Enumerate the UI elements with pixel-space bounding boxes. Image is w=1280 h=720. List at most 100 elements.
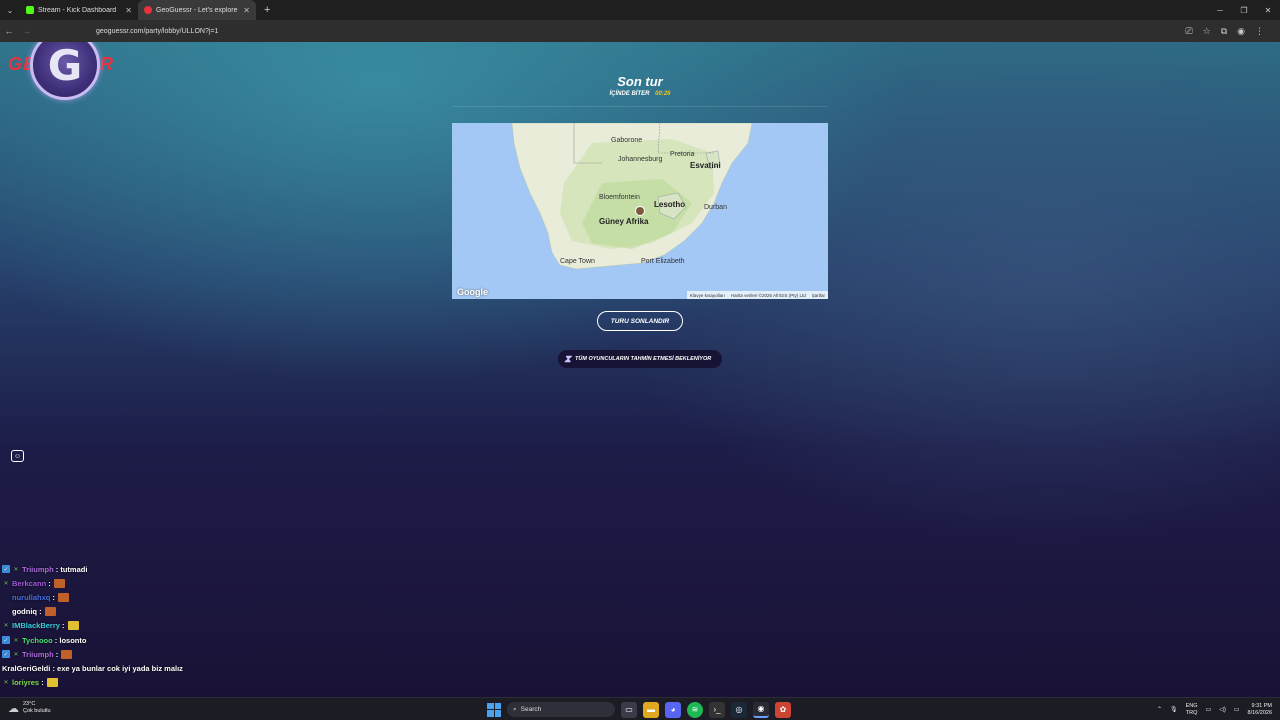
logo-text-right: R [100,54,113,74]
clock-date: 8/16/2026 [1247,709,1272,716]
chat-username: nurullahxq [12,592,51,602]
search-label: Search [520,706,542,713]
guess-map[interactable]: Gaborone Johannesburg Pretoria Esvatini … [452,123,828,299]
geoguessr-favicon-icon [144,6,152,14]
search-icon: ⌕ [513,705,517,713]
chat-separator: : [53,649,59,659]
restore-icon[interactable]: ❐ [1232,0,1256,20]
map-shortcuts-link[interactable]: Klavye kısayolları [690,293,725,298]
round-title: Son tur [617,74,663,89]
channel-badge-icon: ✕ [13,651,19,658]
chat-username: Triiumph [22,564,54,574]
map-label-pretoria: Pretoria [670,151,695,158]
cloud-icon: ☁ [8,702,19,715]
stream-chat-overlay: ✓ ✕ Triiumph : tutmadi ✕ Berkcann : · nu… [2,562,262,690]
waiting-status-banner: ⧗ TÜM OYUNCULARIN TAHMİN ETMESİ BEKLENİY… [558,350,722,368]
chat-text: losonto [59,635,87,645]
chat-username: Berkcann [12,578,47,588]
chat-separator: : [37,607,42,617]
tab-label: Stream - Kick Dashboard [38,6,117,14]
microphone-icon[interactable]: 🎙 [1170,706,1178,713]
minimize-icon[interactable]: ─ [1208,0,1232,20]
back-arrow-icon[interactable]: ← [0,20,18,42]
map-label-esvatini: Esvatini [690,161,721,170]
chrome-icon[interactable]: ◉ [753,701,769,718]
file-explorer-icon[interactable]: ▬ [643,701,659,718]
tab-close-icon[interactable]: ✕ [243,6,250,15]
url-text: geoguessr.com/party/lobby/ULLON?j=1 [96,27,219,35]
app-icon[interactable]: ✿ [775,701,791,718]
lang-bottom: TRQ [1185,709,1198,716]
terminal-icon[interactable]: ›_ [709,701,725,718]
network-icon[interactable]: ▭ [1206,706,1212,713]
chat-message: · nurullahxq : [2,590,262,604]
chat-username: godniq [12,607,37,617]
extensions-icon[interactable]: ⧉ [1221,26,1227,37]
system-tray: ⌃ 🎙 ENG TRQ ▭ ◁) ▭ 9:31 PM 8/16/2026 [1157,698,1272,720]
battery-icon[interactable]: ▭ [1234,706,1240,713]
new-tab-button[interactable]: + [256,4,278,16]
language-indicator[interactable]: ENG TRQ [1186,703,1198,716]
clock[interactable]: 9:31 PM 8/16/2026 [1248,703,1272,717]
subscriber-badge-icon: ✓ [2,565,10,574]
map-label-port-elizabeth: Port Elizabeth [641,258,685,265]
logo-letter: G [47,42,83,90]
map-label-cape-town: Cape Town [560,258,595,265]
steam-icon[interactable]: ◎ [731,701,747,718]
logo-g-badge: G [30,42,100,100]
volume-icon[interactable]: ◁) [1219,706,1226,713]
tab-close-icon[interactable]: ✕ [125,6,132,15]
emote-icon [44,607,56,617]
chat-message: ✓ ✕ Triiumph : [2,647,262,661]
emote-icon [67,621,79,631]
waiting-status-text: TÜM OYUNCULARIN TAHMİN ETMESİ BEKLENİYOR [575,356,712,362]
kick-favicon-icon [26,6,34,14]
clock-time: 9:31 PM [1251,702,1272,709]
forward-arrow-icon[interactable]: → [18,20,36,42]
channel-badge-icon: ✕ [3,580,9,587]
browser-menu-icon[interactable]: ⋮ [1255,26,1264,37]
chat-username: IMBlackBerry [12,621,60,631]
chat-message: ✕ loriyres : [2,676,262,690]
tray-overflow-icon[interactable]: ⌃ [1157,706,1162,713]
install-app-icon[interactable]: ⎚ [1185,26,1192,37]
profile-avatar-icon[interactable]: ◉ [1237,26,1245,37]
lang-top: ENG [1185,703,1198,709]
emote-icon [46,678,58,688]
url-field[interactable]: geoguessr.com/party/lobby/ULLON?j=1 [80,24,1160,38]
chat-toggle-icon[interactable]: ☺ [11,450,24,462]
map-terms-link[interactable]: Şartlar [812,293,825,298]
tab-search-icon[interactable]: ⌄ [0,0,20,20]
channel-badge-icon: ✕ [13,637,19,644]
geoguessr-logo[interactable]: GE R G [8,42,118,102]
google-logo: Google [457,287,488,297]
taskbar-search[interactable]: ⌕ Search [507,702,615,717]
map-label-johannesburg: Johannesburg [618,156,663,163]
channel-badge-icon: ✕ [3,623,9,630]
chat-username: Triiumph [22,649,54,659]
chat-message: ✓ ✕ Triiumph : tutmadi [2,562,262,576]
address-bar-row: ← → geoguessr.com/party/lobby/ULLON?j=1 … [0,20,1280,42]
emote-icon [57,592,69,602]
windows-start-icon[interactable] [487,702,501,717]
weather-desc: Çok bulutlu [23,708,51,714]
spotify-icon[interactable]: ≋ [687,701,703,718]
hourglass-icon: ⧗ [564,353,572,365]
bookmark-star-icon[interactable]: ☆ [1203,26,1211,37]
close-window-icon[interactable]: ✕ [1256,0,1280,20]
guess-pin-avatar[interactable] [635,206,645,216]
emote-icon [53,578,65,588]
end-round-button[interactable]: TURU SONLANDIR [597,311,683,331]
map-label-gaborone: Gaborone [611,137,643,144]
discord-icon[interactable]: ◕ [665,701,681,718]
chat-text: exe ya bunlar cok iyi yada biz malız [57,663,183,673]
address-bar-actions: ⎚ ☆ ⧉ ◉ ⋮ [1185,20,1264,42]
task-view-icon[interactable]: ▭ [621,701,637,718]
chat-message: ✕ IMBlackBerry : [2,619,262,633]
tab-kick-dashboard[interactable]: Stream - Kick Dashboard ✕ [20,0,138,20]
weather-widget[interactable]: ☁ 23°C Çok bulutlu [8,701,51,715]
tab-geoguessr[interactable]: GeoGuessr - Let's explore the ... ✕ [138,0,256,20]
windows-taskbar: ☁ 23°C Çok bulutlu ⌕ Search ▭ ▬ ◕ ≋ ›_ ◎… [0,697,1280,720]
chat-username: Tychooo [22,635,53,645]
map-label-lesotho: Lesotho [654,200,686,209]
